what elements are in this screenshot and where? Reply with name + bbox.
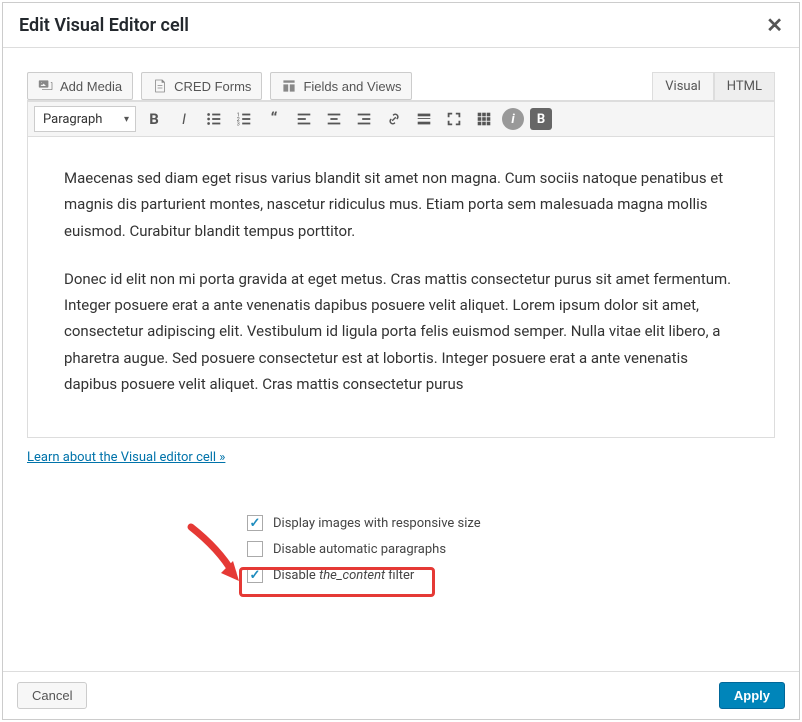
fields-views-button[interactable]: Fields and Views: [270, 72, 412, 100]
dialog-title: Edit Visual Editor cell: [19, 15, 189, 36]
option-responsive-images: Display images with responsive size: [247, 515, 775, 531]
close-icon[interactable]: ✕: [766, 13, 783, 37]
checkbox-autoparagraphs[interactable]: [247, 541, 263, 557]
learn-link[interactable]: Learn about the Visual editor cell »: [27, 450, 225, 465]
option-auto-paragraphs: Disable automatic paragraphs: [247, 541, 775, 557]
paragraph: Maecenas sed diam eget risus varius blan…: [64, 165, 738, 244]
editor-toolbar: Paragraph B I 123 “ i B: [27, 101, 775, 136]
align-right-button[interactable]: [352, 107, 376, 131]
dialog-header: Edit Visual Editor cell ✕: [3, 3, 799, 48]
link-button[interactable]: [382, 107, 406, 131]
italic-button[interactable]: I: [172, 107, 196, 131]
toolset-icon[interactable]: i: [502, 108, 524, 130]
dialog: Edit Visual Editor cell ✕ Add Media CRED…: [2, 2, 800, 720]
views-icon: [281, 78, 297, 94]
option-disable-filter: Disable the_content filter: [247, 567, 775, 583]
checkbox-filter[interactable]: [247, 567, 263, 583]
paragraph: Donec id elit non mi porta gravida at eg…: [64, 266, 738, 397]
dialog-body: Add Media CRED Forms Fields and Views Vi…: [3, 48, 799, 671]
media-icon: [38, 78, 54, 94]
blockquote-button[interactable]: “: [262, 107, 286, 131]
option-label: Disable automatic paragraphs: [273, 542, 446, 557]
option-label: Disable the_content filter: [273, 568, 414, 583]
svg-text:3: 3: [237, 121, 240, 127]
cred-forms-button[interactable]: CRED Forms: [141, 72, 262, 100]
insert-more-button[interactable]: [412, 107, 436, 131]
option-label: Display images with responsive size: [273, 516, 481, 531]
cancel-button[interactable]: Cancel: [17, 682, 87, 709]
checkbox-responsive[interactable]: [247, 515, 263, 531]
add-media-button[interactable]: Add Media: [27, 72, 133, 100]
bullet-list-button[interactable]: [202, 107, 226, 131]
align-left-button[interactable]: [292, 107, 316, 131]
options-group: Display images with responsive size Disa…: [247, 515, 775, 583]
bold-button[interactable]: B: [142, 107, 166, 131]
form-icon: [152, 78, 168, 94]
arrow-annotation: [181, 521, 253, 593]
bootstrap-icon[interactable]: B: [530, 108, 552, 130]
toolbar-toggle-button[interactable]: [472, 107, 496, 131]
fullscreen-button[interactable]: [442, 107, 466, 131]
tab-html[interactable]: HTML: [714, 72, 775, 100]
apply-button[interactable]: Apply: [719, 682, 785, 709]
tab-visual[interactable]: Visual: [652, 72, 714, 100]
numbered-list-button[interactable]: 123: [232, 107, 256, 131]
align-center-button[interactable]: [322, 107, 346, 131]
editor-content[interactable]: Maecenas sed diam eget risus varius blan…: [27, 136, 775, 438]
format-select[interactable]: Paragraph: [34, 106, 136, 132]
dialog-footer: Cancel Apply: [3, 671, 799, 719]
